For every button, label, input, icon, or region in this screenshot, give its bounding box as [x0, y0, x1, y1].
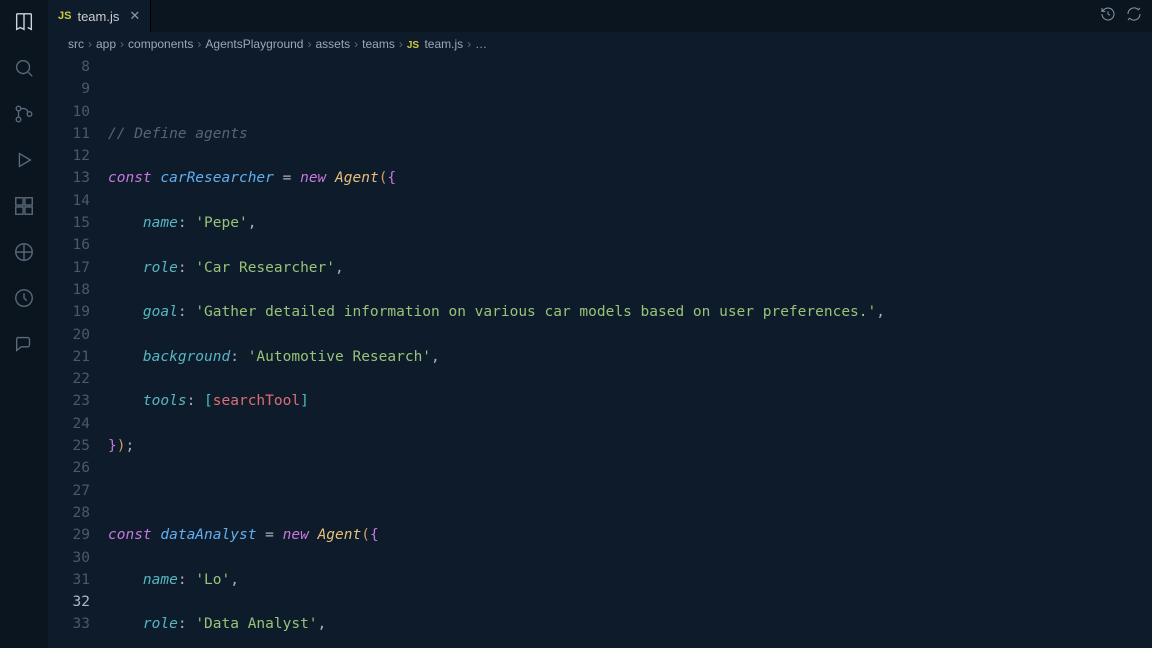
- tab-label: team.js: [77, 9, 119, 24]
- comments-icon[interactable]: [10, 330, 38, 358]
- editor-actions: [1090, 0, 1152, 32]
- search-icon[interactable]: [10, 54, 38, 82]
- close-icon[interactable]: ✕: [129, 8, 140, 24]
- tab-team-js[interactable]: JS team.js ✕: [48, 0, 151, 32]
- code-line: // Define agents: [108, 123, 1152, 145]
- editor-group: JS team.js ✕ src› app› components› Agent…: [48, 0, 1152, 648]
- code-line: name: 'Pepe',: [108, 212, 1152, 234]
- remote-icon[interactable]: [10, 238, 38, 266]
- run-debug-icon[interactable]: [10, 146, 38, 174]
- js-file-icon: JS: [58, 10, 71, 22]
- code-line: const dataAnalyst = new Agent({: [108, 524, 1152, 546]
- history-icon[interactable]: [1100, 6, 1116, 26]
- code-line: role: 'Data Analyst',: [108, 613, 1152, 635]
- breadcrumb-item[interactable]: teams: [362, 37, 395, 51]
- code-line: goal: 'Gather detailed information on va…: [108, 301, 1152, 323]
- code-content[interactable]: // Define agents const carResearcher = n…: [108, 56, 1152, 648]
- breadcrumb-item[interactable]: src: [68, 37, 84, 51]
- code-line: background: 'Automotive Research',: [108, 346, 1152, 368]
- breadcrumb-symbol[interactable]: …: [475, 37, 487, 51]
- breadcrumb-item[interactable]: components: [128, 37, 193, 51]
- source-control-icon[interactable]: [10, 100, 38, 128]
- activity-bar: [0, 0, 48, 648]
- code-line: [108, 78, 1152, 100]
- breadcrumb-item[interactable]: AgentsPlayground: [205, 37, 303, 51]
- code-line: [108, 480, 1152, 502]
- explorer-icon[interactable]: [10, 8, 38, 36]
- extensions-icon[interactable]: [10, 192, 38, 220]
- timeline-icon[interactable]: [10, 284, 38, 312]
- code-line: tools: [searchTool]: [108, 390, 1152, 412]
- code-line: name: 'Lo',: [108, 569, 1152, 591]
- breadcrumb-item[interactable]: assets: [315, 37, 350, 51]
- line-number-gutter: 8 9 10 11 12 13 14 15 16 17 18 19 20 21 …: [48, 56, 108, 648]
- breadcrumbs[interactable]: src› app› components› AgentsPlayground› …: [48, 32, 1152, 56]
- code-line: const carResearcher = new Agent({: [108, 167, 1152, 189]
- tab-bar: JS team.js ✕: [48, 0, 1152, 32]
- breadcrumb-file[interactable]: JS team.js: [407, 37, 463, 51]
- breadcrumb-item[interactable]: app: [96, 37, 116, 51]
- js-file-icon: JS: [407, 40, 419, 51]
- sync-icon[interactable]: [1126, 6, 1142, 26]
- code-line: role: 'Car Researcher',: [108, 257, 1152, 279]
- code-editor[interactable]: 8 9 10 11 12 13 14 15 16 17 18 19 20 21 …: [48, 56, 1152, 648]
- code-line: });: [108, 435, 1152, 457]
